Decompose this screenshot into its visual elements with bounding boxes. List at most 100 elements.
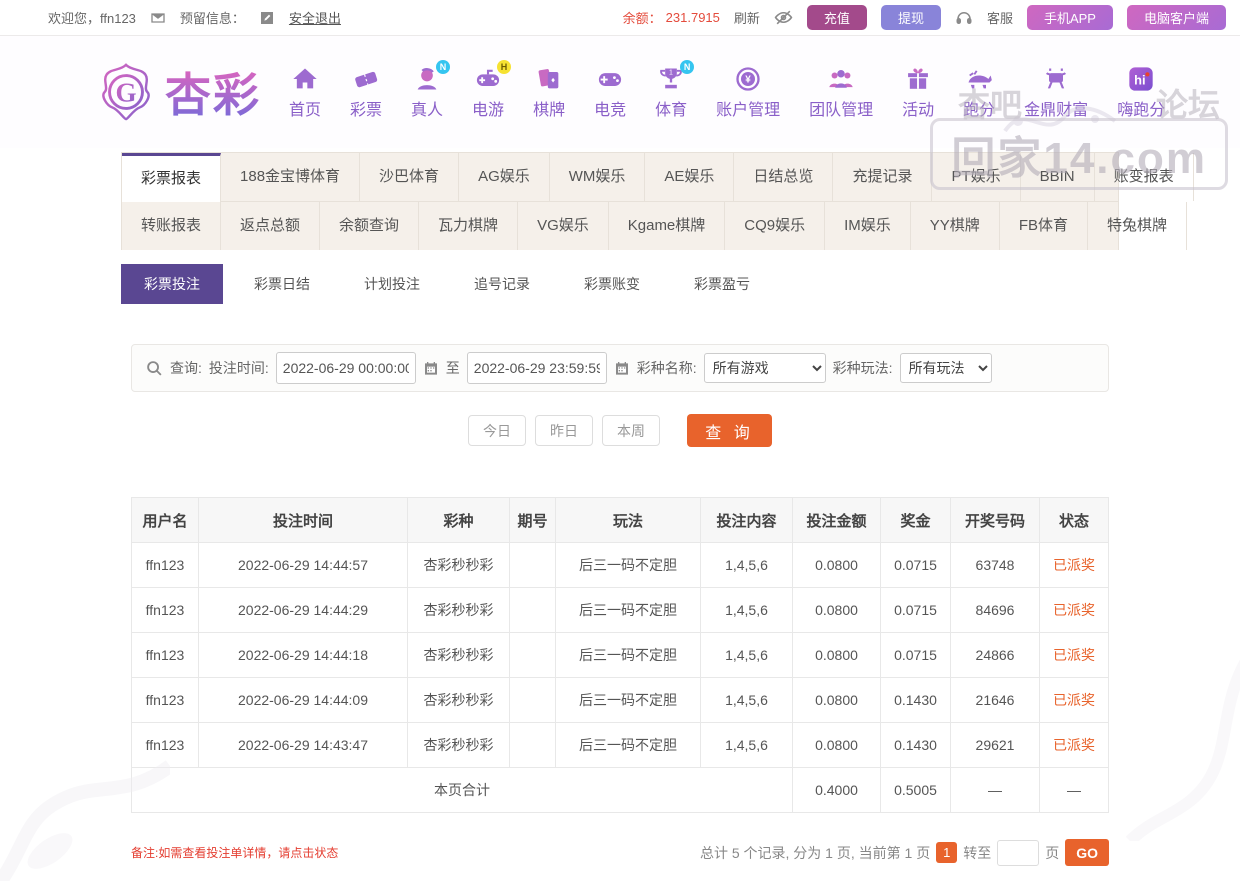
nav-item-trophy[interactable]: 1N 体育 [655,59,695,120]
yesterday-button[interactable]: 昨日 [535,415,593,446]
logout-link[interactable]: 安全退出 [289,8,341,27]
tab-row1-6[interactable]: 日结总览 [734,153,834,201]
col-header-8: 开奖号码 [950,497,1040,543]
cell-status[interactable]: 已派奖 [1039,722,1109,768]
bet-time-label: 投注时间: [208,360,269,376]
tab-row1-5[interactable]: AE娱乐 [645,153,735,201]
subtab-5[interactable]: 彩票盈亏 [671,264,773,304]
envelope-icon[interactable] [150,10,166,26]
calendar-icon[interactable] [423,360,439,376]
eye-slash-icon[interactable] [774,8,793,27]
home-icon [291,65,319,93]
table-row: ffn123 2022-06-29 14:44:09 杏彩秒秒彩 后三一码不定胆 1,4… [131,677,1109,723]
tab-row2-1[interactable]: 返点总额 [221,202,321,250]
cell-numbers: 29621 [950,722,1040,768]
tab-row2-7[interactable]: IM娱乐 [825,202,911,250]
goto-label: 转至 [963,844,992,861]
tab-row2-5[interactable]: Kgame棋牌 [609,202,726,250]
total-prize: 0.5005 [880,767,951,813]
withdraw-button[interactable]: 提现 [880,5,941,30]
tab-row1-4[interactable]: WM娱乐 [550,153,646,201]
nav-item-cards[interactable]: 棋牌 [533,65,565,120]
pc-client-button[interactable]: 电脑客户端 [1126,5,1226,30]
cell-content: 1,4,5,6 [700,722,793,768]
esports-icon [596,65,624,93]
query-filter-bar: 查询: 投注时间: 至 彩种名称: 所有游戏 彩种玩法: 所有玩法 [131,344,1109,392]
service-link[interactable]: 客服 [987,8,1013,27]
cell-status[interactable]: 已派奖 [1039,587,1109,633]
cell-play: 后三一码不定胆 [555,722,701,768]
cell-user: ffn123 [131,722,199,768]
tab-row2-4[interactable]: VG娱乐 [518,202,609,250]
cell-time: 2022-06-29 14:44:57 [198,542,408,588]
nav-item-live[interactable]: N 真人 [411,59,451,120]
subtab-3[interactable]: 追号记录 [451,264,553,304]
tab-row2-8[interactable]: YY棋牌 [911,202,1000,250]
nav-item-esports[interactable]: 电竞 [594,65,626,120]
game-select[interactable]: 所有游戏 [703,353,826,383]
ding-icon [1042,65,1070,93]
subtab-4[interactable]: 彩票账变 [561,264,663,304]
tab-row1-1[interactable]: 188金宝博体育 [221,153,361,201]
subtab-1[interactable]: 彩票日结 [231,264,333,304]
today-button[interactable]: 今日 [468,415,526,446]
brand-logo[interactable]: G 杏彩 [95,59,261,125]
nav-item-home[interactable]: 首页 [289,65,321,120]
recharge-button[interactable]: 充值 [806,5,867,30]
cell-status[interactable]: 已派奖 [1039,542,1109,588]
mobile-app-button[interactable]: 手机APP [1026,5,1113,30]
nav-item-team[interactable]: 团队管理 [809,65,873,120]
pagination: 总计 5 个记录, 分为 1 页, 当前第 1 页 1 转至 页 GO [700,839,1109,866]
tab-row2-3[interactable]: 瓦力棋牌 [419,202,519,250]
nav-item-ticket[interactable]: 彩票 [350,65,382,120]
nav-item-account[interactable]: ¥ 账户管理 [716,65,780,120]
cell-status[interactable]: 已派奖 [1039,677,1109,723]
page-1-button[interactable]: 1 [936,842,958,863]
time-from-input[interactable] [275,352,416,384]
tab-row1-8[interactable]: PT娱乐 [932,153,1021,201]
refresh-link[interactable]: 刷新 [734,8,760,27]
cell-time: 2022-06-29 14:44:18 [198,632,408,678]
col-header-9: 状态 [1039,497,1109,543]
new-badge: H [497,59,512,74]
tab-row1-2[interactable]: 沙巴体育 [360,153,460,201]
tab-row2-9[interactable]: FB体育 [1000,202,1088,250]
play-select[interactable]: 所有玩法 [899,353,992,383]
nav-label: 棋牌 [533,101,566,119]
go-button[interactable]: GO [1065,839,1109,866]
account-icon: ¥ [734,65,762,93]
nav-item-hi[interactable]: hi 嗨跑分 [1117,65,1165,120]
calendar-icon[interactable] [614,360,630,376]
col-header-0: 用户名 [131,497,199,543]
cell-numbers: 24866 [950,632,1040,678]
bets-table: 用户名 投注时间 彩种 期号 玩法 投注内容 投注金额 奖金 开奖号码 状态 ffn123 2022… [131,497,1109,813]
game-name-label: 彩种名称: [636,360,697,376]
main-nav: 首页 彩票 N 真人 H 电游 棋牌 电竞 1 N 体育 ¥ 账户管理 团队管理 活动 跑… [289,59,1165,120]
this-week-button[interactable]: 本周 [602,415,660,446]
edit-icon[interactable] [259,10,275,26]
tab-row2-2[interactable]: 余额查询 [320,202,420,250]
time-to-input[interactable] [466,352,607,384]
tab-row1-10[interactable]: 账变报表 [1095,153,1194,201]
cell-status[interactable]: 已派奖 [1039,632,1109,678]
subtab-0[interactable]: 彩票投注 [121,264,223,304]
tab-row1-0[interactable]: 彩票报表 [122,153,222,202]
tab-row2-10[interactable]: 特兔棋牌 [1088,202,1187,250]
total-label: 本页合计 [131,767,793,813]
tab-row1-7[interactable]: 充提记录 [833,153,933,201]
subtab-2[interactable]: 计划投注 [341,264,443,304]
col-header-3: 期号 [509,497,556,543]
tab-row1-3[interactable]: AG娱乐 [459,153,550,201]
tab-row2-6[interactable]: CQ9娱乐 [725,202,826,250]
goto-page-input[interactable] [997,839,1040,866]
tab-row1-9[interactable]: BBIN [1021,153,1095,201]
tab-row2-0[interactable]: 转账报表 [122,202,222,250]
cell-prize: 0.0715 [880,587,951,633]
nav-item-gift[interactable]: 活动 [902,65,934,120]
search-button[interactable]: 查 询 [687,414,772,447]
total-numbers: — [950,767,1040,813]
cell-play: 后三一码不定胆 [555,677,701,723]
nav-item-paofen[interactable]: 跑分 [963,65,995,120]
nav-item-ding[interactable]: 金鼎财富 [1024,65,1088,120]
nav-item-egame[interactable]: H 电游 [472,59,512,120]
